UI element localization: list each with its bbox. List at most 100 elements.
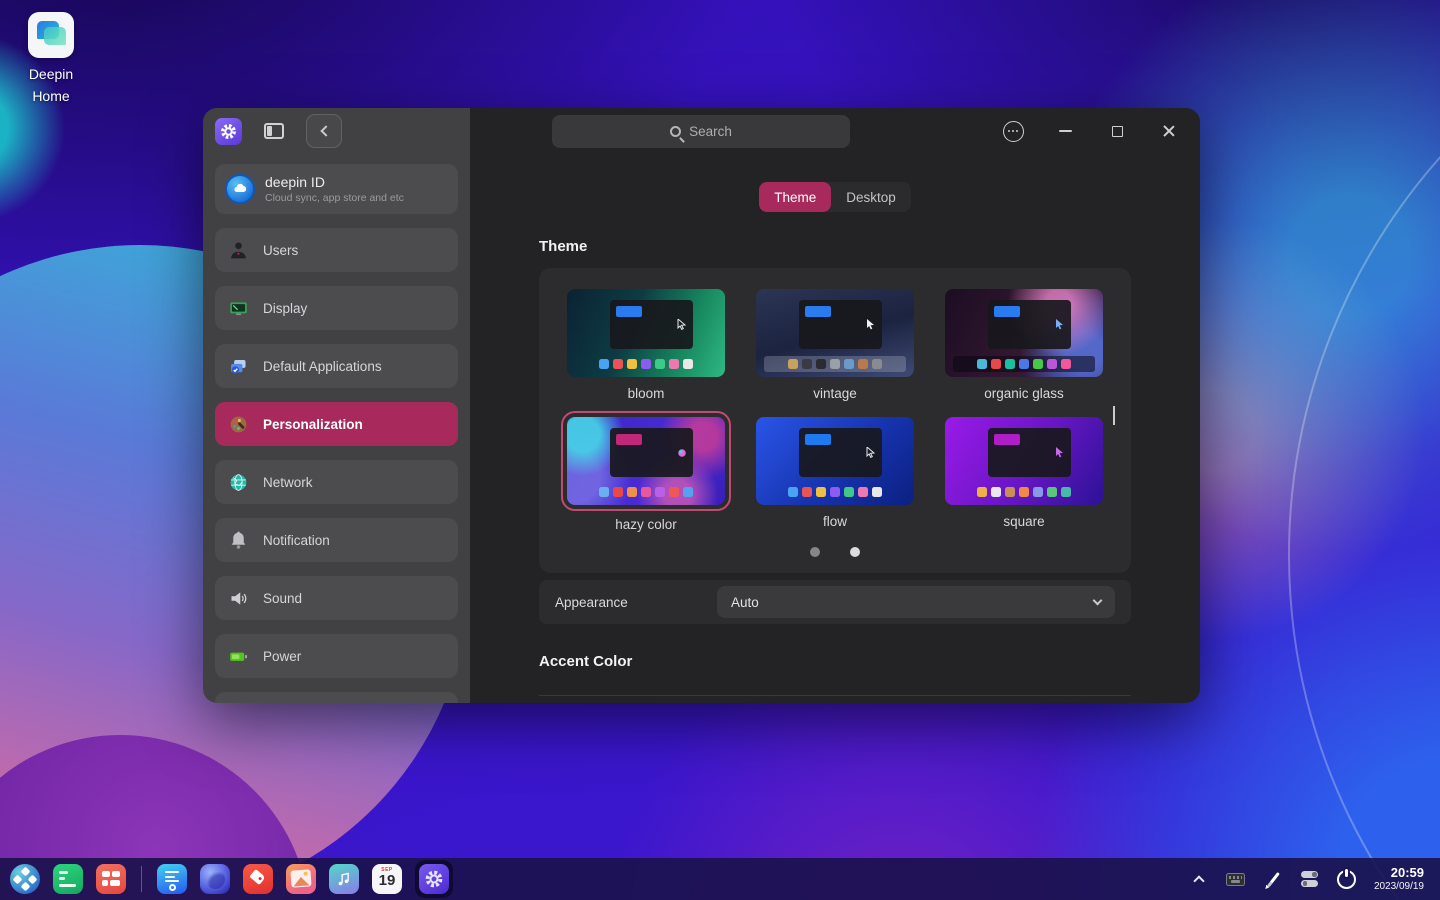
theme-thumbnail bbox=[756, 417, 914, 505]
sidebar-header bbox=[203, 108, 470, 154]
theme-card-square[interactable]: square bbox=[945, 417, 1103, 532]
cloud-account-icon bbox=[225, 174, 255, 204]
tab-desktop[interactable]: Desktop bbox=[831, 182, 911, 212]
dock-app-photos-icon[interactable] bbox=[286, 864, 316, 894]
sidebar-toggle-icon[interactable] bbox=[264, 123, 284, 139]
deepin-home-icon bbox=[28, 12, 74, 58]
sidebar-item-label: Notification bbox=[263, 533, 330, 548]
appearance-select[interactable]: Auto bbox=[717, 586, 1115, 618]
tray-expand-button[interactable] bbox=[1189, 869, 1209, 889]
pen-input-icon[interactable] bbox=[1263, 869, 1283, 889]
quick-settings-icon[interactable] bbox=[1300, 869, 1320, 889]
sidebar-nav: Users Display Default Applications Perso… bbox=[203, 228, 470, 703]
theme-card-vintage[interactable]: vintage bbox=[756, 289, 914, 401]
dock-app-browser-icon[interactable] bbox=[200, 864, 230, 894]
personalization-icon bbox=[228, 414, 249, 435]
section-title-theme: Theme bbox=[539, 238, 1131, 255]
system-tray: 20:59 2023/09/19 bbox=[1189, 865, 1430, 893]
menu-button[interactable] bbox=[1002, 120, 1024, 142]
theme-thumbnail bbox=[945, 289, 1103, 377]
theme-card-bloom[interactable]: bloom bbox=[567, 289, 725, 401]
theme-thumbnail bbox=[567, 289, 725, 377]
ellipsis-menu-icon bbox=[1003, 121, 1024, 142]
window-titlebar: Search bbox=[470, 108, 1200, 154]
dock: SEP 19 bbox=[10, 860, 453, 898]
network-icon bbox=[228, 472, 249, 493]
page-dot-1[interactable] bbox=[810, 547, 820, 557]
personalization-content: Theme Desktop Theme bloom bbox=[470, 154, 1200, 703]
display-icon bbox=[228, 298, 249, 319]
sidebar: deepin ID Cloud sync, app store and etc … bbox=[203, 108, 470, 703]
sidebar-item-label: Sound bbox=[263, 591, 302, 606]
dock-app-calendar-icon[interactable]: SEP 19 bbox=[372, 864, 402, 894]
settings-gear-icon bbox=[419, 864, 449, 894]
sidebar-item-label: Network bbox=[263, 475, 313, 490]
window-controls bbox=[1002, 120, 1200, 142]
theme-thumbnail bbox=[756, 289, 914, 377]
app-grid-icon[interactable] bbox=[96, 864, 126, 894]
theme-name: organic glass bbox=[945, 386, 1103, 401]
taskbar: SEP 19 20:59 2023/09/19 bbox=[0, 858, 1440, 900]
sidebar-item-personalization[interactable]: Personalization bbox=[215, 402, 458, 446]
appearance-label: Appearance bbox=[555, 595, 628, 610]
sidebar-item-power[interactable]: Power bbox=[215, 634, 458, 678]
next-page-arrow[interactable] bbox=[1107, 400, 1121, 430]
desktop-icon-deepin-home[interactable]: Deepin Home bbox=[12, 12, 90, 107]
tab-theme[interactable]: Theme bbox=[759, 182, 831, 212]
sidebar-item-label: Personalization bbox=[263, 417, 363, 432]
power-icon[interactable] bbox=[1337, 869, 1357, 889]
multitasking-icon[interactable] bbox=[53, 864, 83, 894]
page-dot-2[interactable] bbox=[850, 547, 860, 557]
desktop-icon-label: Deepin Home bbox=[12, 64, 90, 107]
theme-name: hazy color bbox=[567, 517, 725, 532]
wallpaper-arc bbox=[1288, 0, 1440, 900]
users-icon bbox=[228, 240, 249, 261]
maximize-button[interactable] bbox=[1106, 120, 1128, 142]
close-button[interactable] bbox=[1158, 120, 1180, 142]
sidebar-item-default-applications[interactable]: Default Applications bbox=[215, 344, 458, 388]
theme-card-flow[interactable]: flow bbox=[756, 417, 914, 532]
launcher-icon[interactable] bbox=[10, 864, 40, 894]
dock-app-settings-active[interactable] bbox=[415, 860, 453, 898]
clock-date: 2023/09/19 bbox=[1374, 881, 1424, 893]
theme-thumbnail bbox=[567, 417, 725, 505]
theme-name: vintage bbox=[756, 386, 914, 401]
sidebar-item-sound[interactable]: Sound bbox=[215, 576, 458, 620]
search-icon bbox=[670, 126, 681, 137]
clock-time: 20:59 bbox=[1374, 865, 1424, 881]
minimize-icon bbox=[1059, 130, 1072, 132]
sidebar-item-partial[interactable] bbox=[215, 692, 458, 703]
clock[interactable]: 20:59 2023/09/19 bbox=[1374, 865, 1424, 893]
theme-panel: bloom vintage bbox=[539, 268, 1131, 573]
theme-card-hazy-color[interactable]: hazy color bbox=[567, 417, 725, 532]
back-button[interactable] bbox=[306, 114, 342, 148]
chevron-down-icon bbox=[1093, 596, 1103, 606]
pagination-dots bbox=[567, 547, 1103, 561]
sound-speaker-icon bbox=[228, 588, 249, 609]
default-apps-icon bbox=[228, 356, 249, 377]
theme-grid: bloom vintage bbox=[567, 289, 1103, 532]
theme-name: bloom bbox=[567, 386, 725, 401]
theme-card-organic-glass[interactable]: organic glass bbox=[945, 289, 1103, 401]
sidebar-item-label: Default Applications bbox=[263, 359, 382, 374]
close-icon bbox=[1162, 124, 1176, 138]
dock-app-music-icon[interactable] bbox=[329, 864, 359, 894]
sidebar-item-display[interactable]: Display bbox=[215, 286, 458, 330]
control-center-window: deepin ID Cloud sync, app store and etc … bbox=[203, 108, 1200, 703]
sidebar-item-label: Users bbox=[263, 243, 298, 258]
dock-app-text-editor-icon[interactable] bbox=[157, 864, 187, 894]
sidebar-item-network[interactable]: Network bbox=[215, 460, 458, 504]
dock-app-store-icon[interactable] bbox=[243, 864, 273, 894]
sidebar-item-label: Display bbox=[263, 301, 307, 316]
sidebar-item-deepin-id[interactable]: deepin ID Cloud sync, app store and etc bbox=[215, 164, 458, 214]
theme-name: square bbox=[945, 514, 1103, 529]
sidebar-item-notification[interactable]: Notification bbox=[215, 518, 458, 562]
account-subtitle: Cloud sync, app store and etc bbox=[265, 192, 404, 204]
search-placeholder: Search bbox=[689, 124, 732, 139]
tab-group: Theme Desktop bbox=[759, 182, 911, 212]
minimize-button[interactable] bbox=[1054, 120, 1076, 142]
search-input[interactable]: Search bbox=[552, 115, 850, 148]
sidebar-item-users[interactable]: Users bbox=[215, 228, 458, 272]
power-battery-icon bbox=[228, 646, 249, 667]
keyboard-layout-icon[interactable] bbox=[1226, 869, 1246, 889]
